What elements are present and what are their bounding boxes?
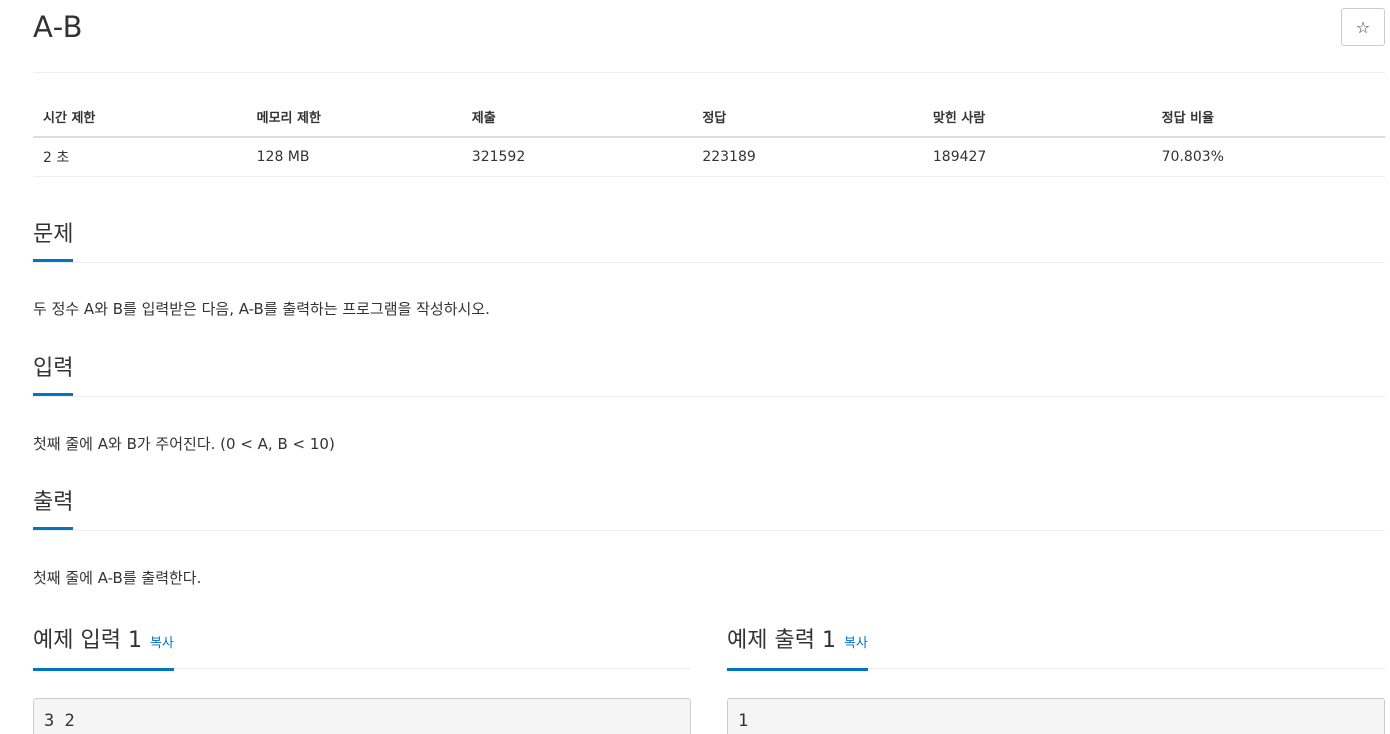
sample-output-heading-row: 예제 출력 1 복사 xyxy=(727,626,1385,671)
problem-info-table: 시간 제한 메모리 제한 제출 정답 맞힌 사람 정답 비율 2 초 128 M… xyxy=(33,96,1385,177)
value-accepted: 223189 xyxy=(692,137,923,177)
output-text: 첫째 줄에 A-B를 출력한다. xyxy=(33,569,202,587)
title-row: A-B ☆ xyxy=(33,0,1385,73)
output-heading-row: 출력 xyxy=(33,488,1385,531)
value-submissions: 321592 xyxy=(461,137,693,177)
input-heading-row: 입력 xyxy=(33,354,1385,397)
info-header-row: 시간 제한 메모리 제한 제출 정답 맞힌 사람 정답 비율 xyxy=(33,96,1385,138)
problem-page: A-B ☆ 시간 제한 메모리 제한 제출 정답 맞힌 사람 정답 비율 2 초… xyxy=(0,0,1390,734)
sample-input-heading: 예제 입력 1 복사 xyxy=(33,626,174,671)
sample-input-heading-row: 예제 입력 1 복사 xyxy=(33,626,691,671)
sample-input-heading-text: 예제 입력 1 xyxy=(33,628,142,653)
problem-title: A-B xyxy=(33,10,84,44)
value-memory-limit: 128 MB xyxy=(246,137,462,177)
value-accept-ratio: 70.803% xyxy=(1151,137,1385,177)
header-time-limit: 시간 제한 xyxy=(33,96,247,138)
value-time-limit: 2 초 xyxy=(33,137,247,177)
output-section: 출력 첫째 줄에 A-B를 출력한다. xyxy=(33,488,1385,589)
sample-output-heading-text: 예제 출력 1 xyxy=(727,628,836,653)
header-accept-ratio: 정답 비율 xyxy=(1151,96,1385,138)
sample-output-copy-link[interactable]: 복사 xyxy=(844,636,868,651)
info-value-row: 2 초 128 MB 321592 223189 189427 70.803% xyxy=(33,137,1385,177)
description-heading: 문제 xyxy=(33,220,74,262)
sample-output-section: 예제 출력 1 복사 1 xyxy=(727,626,1385,734)
description-heading-row: 문제 xyxy=(33,220,1385,263)
input-text: 첫째 줄에 A와 B가 주어진다. (0 < A, B < 10) xyxy=(33,435,335,453)
sample-input-copy-link[interactable]: 복사 xyxy=(150,636,174,651)
star-icon: ☆ xyxy=(1355,17,1371,37)
sample-output-heading: 예제 출력 1 복사 xyxy=(727,626,868,671)
header-accepted: 정답 xyxy=(692,96,923,138)
header-submissions: 제출 xyxy=(461,96,693,138)
output-heading: 출력 xyxy=(33,488,74,530)
sample-output-box[interactable]: 1 xyxy=(727,698,1385,734)
input-section: 입력 첫째 줄에 A와 B가 주어진다. (0 < A, B < 10) xyxy=(33,354,1385,455)
sample-input-section: 예제 입력 1 복사 3 2 xyxy=(33,626,691,734)
input-heading: 입력 xyxy=(33,354,74,396)
value-solved-users: 189427 xyxy=(922,137,1152,177)
description-text: 두 정수 A와 B를 입력받은 다음, A-B를 출력하는 프로그램을 작성하시… xyxy=(33,300,490,318)
description-section: 문제 두 정수 A와 B를 입력받은 다음, A-B를 출력하는 프로그램을 작… xyxy=(33,220,1385,320)
favorite-button[interactable]: ☆ xyxy=(1341,8,1385,46)
header-solved-users: 맞힌 사람 xyxy=(922,96,1152,138)
header-memory-limit: 메모리 제한 xyxy=(246,96,462,138)
sample-input-box[interactable]: 3 2 xyxy=(33,698,691,734)
